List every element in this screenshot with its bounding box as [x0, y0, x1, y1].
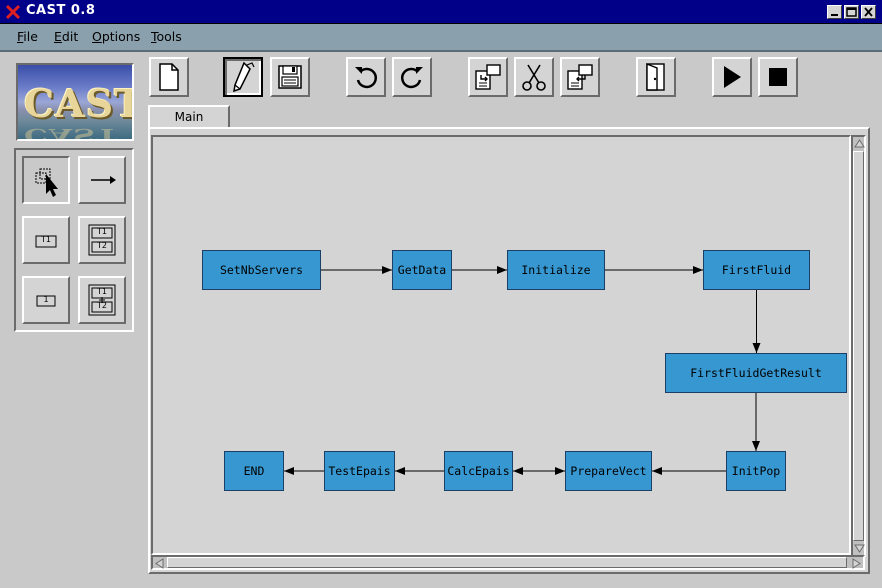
tab-main[interactable]: Main [148, 105, 230, 129]
logo-reflection: CAST [24, 124, 120, 141]
edge-testepais-preparevect-arrowhead [555, 467, 565, 475]
close-icon [864, 7, 873, 17]
save-button[interactable] [270, 57, 310, 97]
edit-pen-icon [233, 61, 255, 93]
app-x-icon [5, 4, 21, 20]
edge-firstfluid-firstfluidgetresult-arrowhead [752, 343, 761, 353]
sequence-tasks-icon [88, 224, 116, 256]
parallel-tool-label-1: T1 [97, 287, 107, 296]
scroll-right-icon[interactable] [850, 557, 863, 570]
minimize-button[interactable] [827, 5, 842, 19]
edge-getdata-initialize-arrowhead [497, 266, 507, 274]
node-calcepais[interactable]: CalcEpais [444, 451, 513, 491]
task-tool-button[interactable]: T1 [22, 216, 70, 264]
maximize-icon [846, 7, 857, 17]
exit-button[interactable] [636, 57, 676, 97]
sequence-tool-label-2: T2 [97, 241, 107, 250]
select-tool-button[interactable] [22, 156, 70, 204]
scroll-left-icon[interactable] [153, 557, 166, 570]
parallel-tool-button[interactable]: T1 T2 [78, 276, 126, 324]
edge-firstfluidgetresult-initpop-arrowhead [752, 441, 760, 451]
menu-options-label: ptions [101, 29, 141, 44]
maximize-button[interactable] [844, 5, 859, 19]
logo-text: CAST [24, 81, 134, 126]
redo-icon [400, 67, 423, 89]
vertical-scrollbar[interactable] [851, 135, 866, 557]
sequence-tool-button[interactable]: T1 T2 [78, 216, 126, 264]
edit-button[interactable] [223, 57, 263, 97]
copy-icon [475, 64, 501, 90]
cast-logo: CAST CAST [16, 63, 134, 141]
menu-edit-mnemonic: E [54, 29, 62, 44]
node-setnbservers[interactable]: SetNbServers [202, 250, 321, 290]
node-initpop[interactable]: InitPop [726, 451, 786, 491]
menu-bar: File Edit Options Tools [0, 24, 882, 52]
node-firstfluidgetresult[interactable]: FirstFluidGetResult [665, 353, 847, 393]
select-pointer-icon [35, 168, 58, 197]
scroll-up-icon[interactable] [853, 137, 866, 150]
cut-scissors-icon [522, 64, 546, 91]
menu-options[interactable]: Options [92, 29, 140, 44]
connect-arrow-icon [91, 176, 116, 184]
undo-button[interactable] [346, 57, 386, 97]
cut-button[interactable] [514, 57, 554, 97]
menu-file[interactable]: File [17, 29, 38, 44]
edge-setnbservers-getdata-arrowhead [382, 266, 392, 274]
edge-initialize-firstfluid-arrowhead [693, 266, 703, 274]
edge-initpop-preparevect-arrowhead [652, 467, 662, 475]
new-document-icon [159, 63, 179, 91]
node-end[interactable]: END [224, 451, 284, 491]
sequence-tool-label-1: T1 [97, 227, 107, 236]
parallel-tool-label-2: T2 [97, 301, 107, 310]
minimize-icon [831, 14, 838, 16]
menu-tools-label: ools [156, 29, 182, 44]
save-disk-icon [278, 65, 302, 89]
single-tool-button[interactable]: 1 [22, 276, 70, 324]
redo-button[interactable] [392, 57, 432, 97]
horizontal-scroll-thumb[interactable] [167, 557, 847, 568]
menu-edit-label: dit [61, 29, 79, 44]
stop-icon [769, 68, 787, 86]
diagram-edges [284, 266, 761, 475]
horizontal-scrollbar[interactable] [151, 555, 865, 570]
single-tool-label: 1 [43, 295, 49, 304]
node-getdata[interactable]: GetData [392, 250, 452, 290]
copy-button[interactable] [468, 57, 508, 97]
tool-palette: T1 T1 T2 1 T1 T2 [14, 148, 134, 332]
task-tool-label: T1 [41, 235, 51, 244]
node-initialize[interactable]: Initialize [507, 250, 605, 290]
menu-tools[interactable]: Tools [151, 29, 182, 44]
undo-icon [355, 67, 378, 89]
window-title: CAST 0.8 [26, 3, 96, 18]
menu-edit[interactable]: Edit [54, 29, 78, 44]
menu-options-mnemonic: O [92, 29, 102, 44]
new-button[interactable] [149, 57, 189, 97]
node-testepais[interactable]: TestEpais [324, 451, 395, 491]
close-button[interactable] [861, 5, 876, 19]
menu-file-label: ile [23, 29, 38, 44]
node-preparevect[interactable]: PrepareVect [565, 451, 652, 491]
node-firstfluid[interactable]: FirstFluid [703, 250, 810, 290]
parallel-tasks-icon [88, 284, 116, 316]
connect-tool-button[interactable] [78, 156, 126, 204]
diagram-canvas[interactable]: SetNbServers GetData Initialize FirstFlu… [151, 135, 851, 555]
exit-door-icon [646, 62, 665, 91]
paste-icon [567, 64, 593, 90]
edge-testepais-end-arrowhead [284, 467, 294, 475]
scroll-down-icon[interactable] [853, 542, 866, 555]
paste-button[interactable] [560, 57, 600, 97]
stop-button[interactable] [758, 57, 798, 97]
run-button[interactable] [712, 57, 752, 97]
play-icon [724, 66, 741, 88]
title-bar[interactable]: CAST 0.8 [0, 0, 882, 24]
tab-main-label: Main [174, 110, 204, 124]
vertical-scroll-thumb[interactable] [853, 151, 864, 541]
